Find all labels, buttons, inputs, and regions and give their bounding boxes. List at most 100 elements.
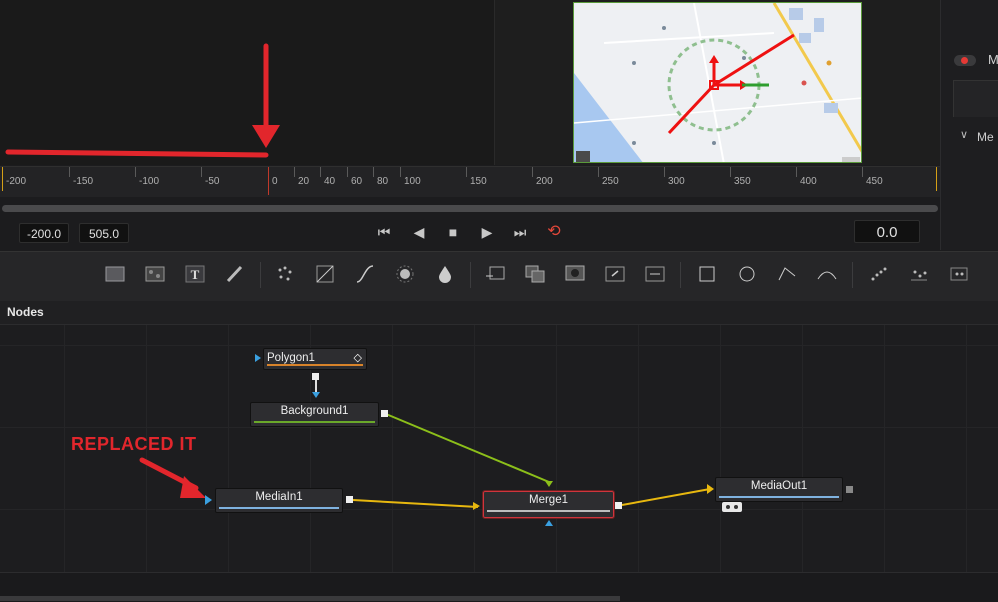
ruler-tick: [347, 167, 348, 177]
fast-noise-icon[interactable]: [143, 262, 167, 286]
annotation-arrow-down-icon: [5, 43, 280, 158]
bspline-mask-icon[interactable]: [815, 262, 839, 286]
polygon-mask-input-icon[interactable]: [255, 354, 261, 362]
nodes-panel-title: Nodes: [7, 305, 44, 319]
ruler-tick: [796, 167, 797, 177]
node-color-bar: [254, 421, 375, 423]
go-to-start-icon[interactable]: ⏮: [373, 222, 395, 242]
range-end-field[interactable]: 505.0: [79, 223, 129, 243]
nodes-panel-header: [0, 301, 998, 325]
grid-warp-icon[interactable]: [313, 262, 337, 286]
transform-icon[interactable]: [603, 262, 627, 286]
brightness-contrast-icon[interactable]: [393, 262, 417, 286]
mediaout1-output-port: [846, 486, 853, 493]
ruler-label: 350: [734, 176, 751, 187]
node-color-bar: [219, 507, 339, 509]
text-icon[interactable]: T: [183, 262, 207, 286]
curves-icon[interactable]: [353, 262, 377, 286]
inspector-panel: [940, 0, 998, 250]
ruler-end-marker: [936, 167, 937, 191]
inspector-tab[interactable]: [953, 80, 998, 117]
map-image: [573, 2, 862, 163]
ruler-label: -200: [6, 176, 27, 187]
ruler-label: 80: [377, 176, 389, 187]
go-to-end-icon[interactable]: ⏭: [509, 222, 531, 242]
background-icon[interactable]: [103, 262, 127, 286]
merge1-effect-mask-input-icon[interactable]: [545, 520, 553, 526]
playhead[interactable]: [268, 167, 269, 195]
ruler-label: 150: [470, 176, 487, 187]
node-label: Merge1: [529, 494, 568, 506]
node-polygon1[interactable]: Polygon1 ◇: [263, 348, 367, 370]
toolbar-separator: [260, 262, 261, 288]
background1-mask-input-icon[interactable]: [312, 392, 320, 398]
node-canvas-scrollbar[interactable]: [0, 596, 620, 601]
viewer-indicator-icon[interactable]: [722, 502, 742, 512]
background1-output-port[interactable]: [381, 410, 388, 417]
merge1-foreground-input-icon[interactable]: [545, 481, 553, 487]
toolbar-separator: [680, 262, 681, 288]
ruler-start-marker: [2, 167, 3, 191]
inspector-toggle[interactable]: [954, 55, 976, 66]
ruler-tick: [862, 167, 863, 177]
matte-control-icon[interactable]: [563, 262, 587, 286]
ruler-label: 200: [536, 176, 553, 187]
ruler-label: -50: [205, 176, 220, 187]
node-mediain1[interactable]: MediaIn1: [215, 488, 343, 513]
mediain1-mask-input-icon[interactable]: [205, 495, 212, 505]
svg-text:T: T: [191, 267, 200, 282]
node-label: MediaOut1: [750, 480, 808, 492]
node-background1[interactable]: Background1: [250, 402, 379, 427]
ruler-label: 40: [324, 176, 336, 187]
stop-icon[interactable]: ■: [442, 222, 464, 242]
play-reverse-icon[interactable]: ◀: [408, 222, 430, 242]
mediaout1-input-icon[interactable]: [707, 484, 714, 494]
particles-icon[interactable]: [273, 262, 297, 286]
paint-icon[interactable]: [223, 262, 247, 286]
inspector-section-label: Me: [977, 130, 994, 144]
mediain1-output-port[interactable]: [346, 496, 353, 503]
point-tracker-icon[interactable]: [947, 262, 971, 286]
merge1-output-port[interactable]: [615, 502, 622, 509]
toolbar-separator: [852, 262, 853, 288]
ruler-tick: [373, 167, 374, 177]
node-merge1[interactable]: Merge1: [482, 490, 615, 519]
ruler-tick: [730, 167, 731, 177]
toggle-indicator-icon: [961, 57, 968, 64]
current-time-field[interactable]: 0.0: [854, 220, 920, 243]
rectangle-mask-icon[interactable]: [695, 262, 719, 286]
chevron-down-icon[interactable]: ∨: [960, 128, 968, 141]
ruler-label: 100: [404, 176, 421, 187]
merge1-background-input-icon[interactable]: [473, 502, 480, 510]
ruler-label: 60: [351, 176, 363, 187]
blur-icon[interactable]: [433, 262, 457, 286]
timeline-scrollbar[interactable]: [2, 205, 938, 212]
ellipse-mask-icon[interactable]: [735, 262, 759, 286]
ruler-tick: [201, 167, 202, 177]
node-label: MediaIn1: [255, 491, 303, 503]
resize-icon[interactable]: [643, 262, 667, 286]
ruler-tick: [294, 167, 295, 177]
node-mediaout1[interactable]: MediaOut1: [715, 477, 843, 502]
particle-render-icon[interactable]: [907, 262, 931, 286]
range-start-field[interactable]: -200.0: [19, 223, 69, 243]
particle-emitter-icon[interactable]: [867, 262, 891, 286]
ruler-tick: [400, 167, 401, 177]
merge-icon[interactable]: [483, 262, 507, 286]
ruler-label: 400: [800, 176, 817, 187]
channel-booleans-icon[interactable]: [523, 262, 547, 286]
time-ruler[interactable]: -200 -150 -100 -50 0 20 40 60 80 100 150…: [0, 166, 940, 197]
ruler-label: -150: [73, 176, 94, 187]
loop-icon[interactable]: ⟲: [543, 222, 565, 242]
ruler-tick: [664, 167, 665, 177]
polygon1-output-port[interactable]: [312, 373, 319, 380]
ruler-label: 20: [298, 176, 310, 187]
node-color-bar: [267, 364, 363, 366]
node-color-bar: [487, 510, 610, 512]
polygon-mask-icon[interactable]: [775, 262, 799, 286]
annotation-text: REPLACED IT: [71, 434, 197, 454]
ruler-tick: [135, 167, 136, 177]
play-forward-icon[interactable]: ▶: [476, 222, 498, 242]
ruler-tick: [320, 167, 321, 177]
ruler-tick: [466, 167, 467, 177]
